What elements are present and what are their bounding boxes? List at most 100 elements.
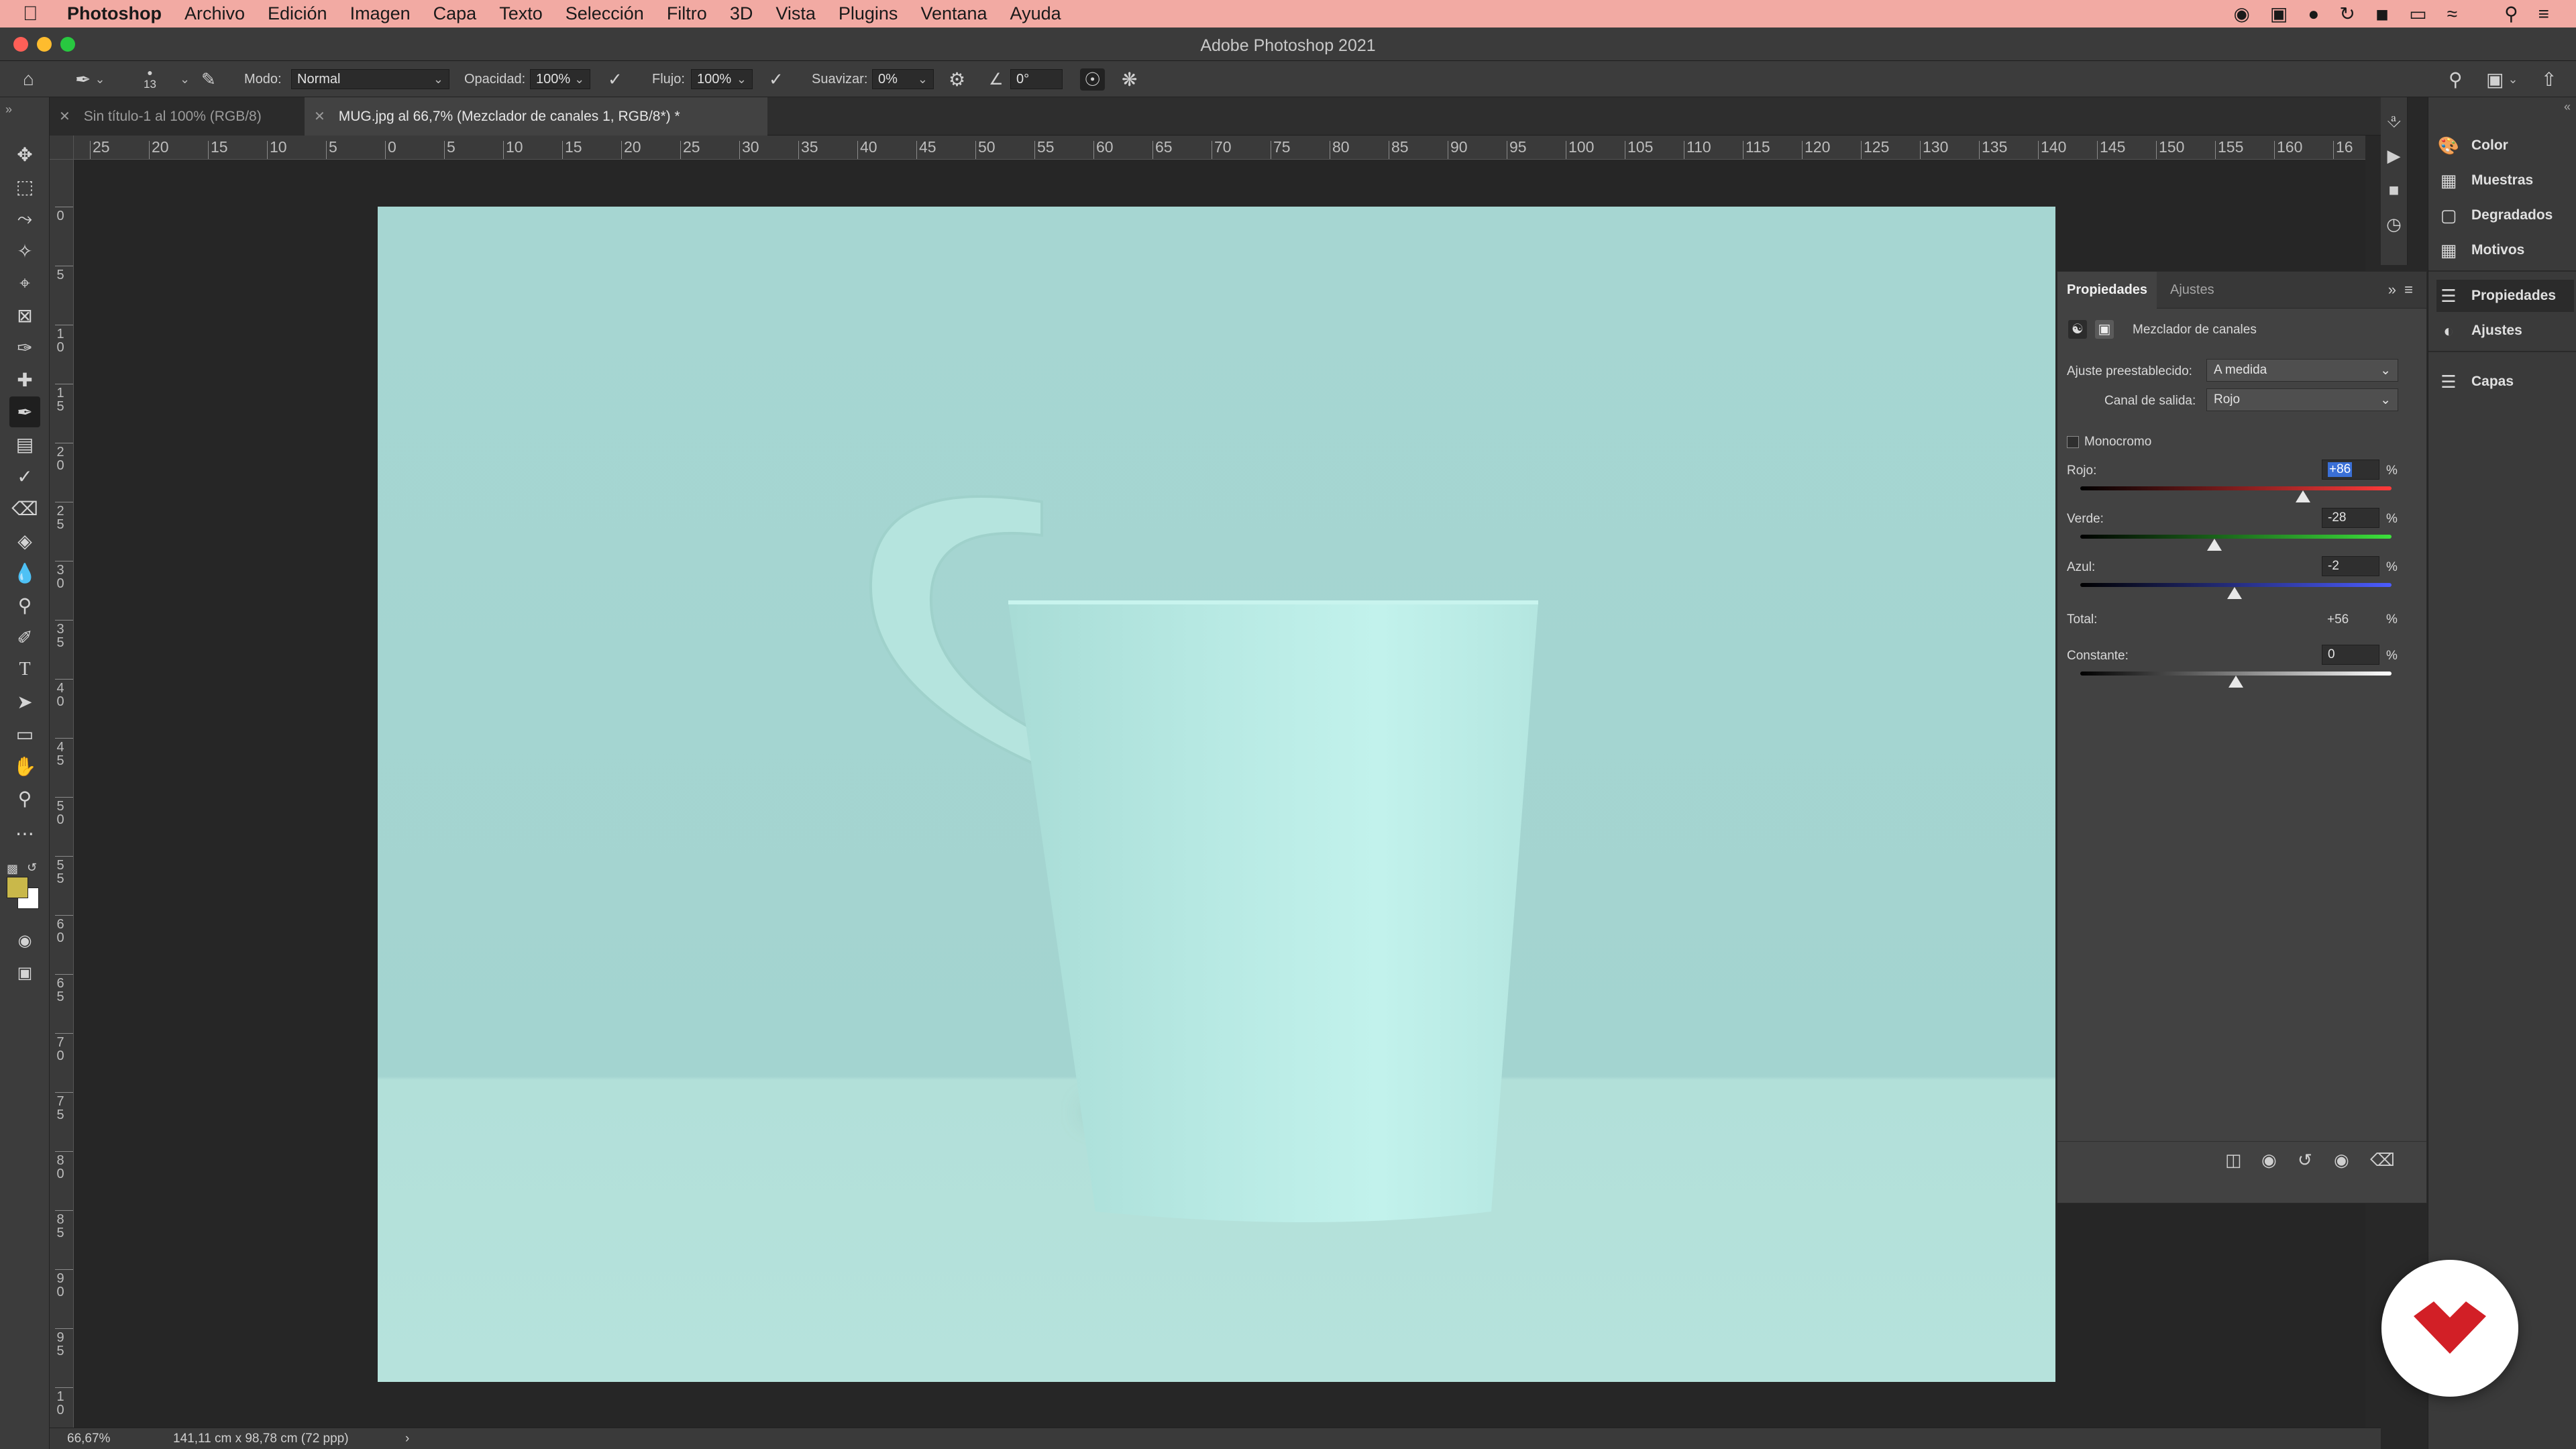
menu-imagen[interactable]: Imagen	[350, 3, 411, 24]
trash-icon[interactable]: ⌫	[2370, 1150, 2395, 1171]
smooth-field[interactable]: 0% ⌄	[872, 61, 934, 97]
brush-tool-preset[interactable]: ✒ ⌄	[75, 61, 105, 97]
visibility-eye-icon[interactable]: ◉	[2334, 1150, 2349, 1171]
frame-tool-icon[interactable]: ⊠	[9, 300, 40, 331]
menu-edicion[interactable]: Edición	[268, 3, 327, 24]
brush-size-chevron-icon[interactable]: ⌄	[176, 61, 190, 97]
workspace-icon[interactable]: ▣ ⌄	[2486, 61, 2518, 97]
dodge-tool-icon[interactable]: ⚲	[9, 590, 40, 621]
share-icon[interactable]: ⇧	[2541, 61, 2557, 97]
flow-field[interactable]: 100% ⌄	[691, 61, 753, 97]
screen-icon[interactable]: ▣	[2270, 3, 2288, 25]
lasso-tool-icon[interactable]: ⤳	[9, 203, 40, 234]
menu-app-name[interactable]: Photoshop	[67, 3, 162, 24]
layer-mask-icon[interactable]: ▣	[2095, 320, 2114, 339]
symmetry-icon[interactable]: ❋	[1122, 61, 1137, 97]
close-icon[interactable]: ✕	[59, 108, 70, 125]
quick-mask-icon[interactable]: ◉	[9, 925, 40, 956]
vertical-ruler[interactable]: 0 5 1 0 1 5 2 0 2 5 3 0 3 5 4 0 4 5 5 0 5 5 6 0 6 5 7 …	[50, 160, 74, 1428]
document-canvas[interactable]	[378, 207, 2055, 1382]
marquee-tool-icon[interactable]: ⬚	[9, 171, 40, 202]
dock-layers[interactable]: ☰ Capas	[2436, 366, 2574, 398]
output-channel-select[interactable]: Rojo ⌄	[2206, 388, 2398, 411]
tool-presets-icon[interactable]: ■	[2381, 180, 2407, 201]
expand-panels-icon[interactable]: «	[2564, 100, 2571, 114]
brush-tool-icon[interactable]: ✒	[9, 396, 40, 427]
tab-sin-titulo[interactable]: ✕ Sin título-1 al 100% (RGB/8)	[50, 97, 305, 136]
screen-mode-icon[interactable]: ▣	[9, 957, 40, 988]
menu-filtro[interactable]: Filtro	[667, 3, 707, 24]
quick-selection-tool-icon[interactable]: ✧	[9, 235, 40, 266]
close-icon[interactable]: ✕	[314, 108, 325, 125]
preset-select[interactable]: A medida ⌄	[2206, 359, 2398, 382]
tab-ajustes[interactable]: Ajustes	[2170, 272, 2214, 309]
clone-stamp-tool-icon[interactable]: ▤	[9, 429, 40, 460]
menu-texto[interactable]: Texto	[499, 3, 543, 24]
canvas-area[interactable]	[74, 160, 2365, 1428]
menu-plugins[interactable]: Plugins	[839, 3, 898, 24]
menu-seleccion[interactable]: Selección	[566, 3, 644, 24]
swap-colors-icon[interactable]: ↺	[27, 861, 37, 875]
spotlight-icon[interactable]: ⚲	[2504, 3, 2518, 25]
view-previous-state-icon[interactable]: ◉	[2261, 1150, 2277, 1171]
menu-3d[interactable]: 3D	[730, 3, 753, 24]
search-icon[interactable]: ⚲	[2449, 61, 2463, 97]
menu-ayuda[interactable]: Ayuda	[1010, 3, 1061, 24]
display-icon[interactable]: ▭	[2409, 3, 2426, 25]
creative-cloud-icon[interactable]: ◉	[2233, 3, 2249, 25]
pressure-opacity-icon[interactable]: ✓	[608, 61, 623, 97]
mode-select[interactable]: Normal ⌄	[291, 61, 449, 97]
zoom-level[interactable]: 66,67%	[67, 1432, 110, 1446]
zoom-tool-icon[interactable]: ⚲	[9, 783, 40, 814]
pen-tool-icon[interactable]: ✐	[9, 622, 40, 653]
path-selection-tool-icon[interactable]: ➤	[9, 686, 40, 717]
s-icon[interactable]: ◾	[2375, 3, 2390, 25]
collapse-panel-icon[interactable]: »	[5, 103, 12, 117]
airbrush-icon[interactable]: ✓	[769, 61, 784, 97]
menu-vista[interactable]: Vista	[775, 3, 816, 24]
blur-tool-icon[interactable]: 💧	[9, 557, 40, 588]
move-tool-icon[interactable]: ✥	[9, 139, 40, 170]
eraser-tool-icon[interactable]: ⌫	[9, 493, 40, 524]
hand-tool-icon[interactable]: ✋	[9, 751, 40, 782]
paint-bucket-tool-icon[interactable]: ◈	[9, 525, 40, 556]
red-value-field[interactable]: +86	[2322, 460, 2379, 480]
opacity-field[interactable]: 100% ⌄	[530, 61, 590, 97]
constant-slider-thumb[interactable]	[2229, 676, 2243, 688]
horizontal-ruler[interactable]: 25 20 15 10 5 0 5 10 15 20 25 30 35 40 45 50 55 60 65 70 75 8…	[74, 136, 2365, 160]
control-center-icon[interactable]: ≡	[2538, 3, 2549, 25]
history-brush-tool-icon[interactable]: ✓	[9, 461, 40, 492]
crop-tool-icon[interactable]: ⌖	[9, 268, 40, 299]
history-states-icon[interactable]: ◷	[2381, 214, 2407, 235]
brush-settings-icon[interactable]: ✎	[201, 61, 216, 97]
menu-capa[interactable]: Capa	[433, 3, 477, 24]
tab-propiedades[interactable]: Propiedades	[2057, 272, 2157, 309]
blue-slider-thumb[interactable]	[2226, 587, 2242, 599]
panel-menu-icon[interactable]: » ≡	[2388, 281, 2413, 299]
tab-mug[interactable]: ✕ MUG.jpg al 66,7% (Mezclador de canales…	[305, 97, 767, 136]
constant-value-field[interactable]: 0	[2322, 645, 2379, 665]
history-panel-icon[interactable]: ⎀	[2381, 111, 2407, 132]
dock-adjustments[interactable]: ◐ Ajustes	[2436, 315, 2574, 347]
dock-gradients[interactable]: ▢ Degradados	[2436, 199, 2574, 231]
green-value-field[interactable]: -28	[2322, 508, 2379, 528]
eyedropper-tool-icon[interactable]: ✑	[9, 332, 40, 363]
smooth-settings-gear-icon[interactable]: ⚙	[949, 61, 965, 97]
default-colors-icon[interactable]: ▩	[7, 862, 18, 876]
app-icon[interactable]: ●	[2308, 3, 2319, 25]
green-slider-track[interactable]	[2080, 535, 2392, 539]
status-menu-arrow[interactable]: ›	[405, 1432, 409, 1446]
dock-color[interactable]: 🎨 Color	[2436, 129, 2574, 162]
dock-properties[interactable]: ☰ Propiedades	[2436, 280, 2574, 312]
green-slider-thumb[interactable]	[2206, 539, 2222, 551]
reset-icon[interactable]: ↺	[2298, 1150, 2312, 1171]
monochrome-checkbox[interactable]	[2067, 436, 2079, 448]
red-slider-track[interactable]	[2080, 486, 2392, 490]
clip-to-layer-icon[interactable]: ◫	[2225, 1150, 2242, 1171]
sync-icon[interactable]: ↻	[2339, 3, 2355, 25]
type-tool-icon[interactable]: T	[9, 654, 40, 685]
apple-icon[interactable]: 	[23, 3, 50, 25]
dock-patterns[interactable]: ▦ Motivos	[2436, 234, 2574, 266]
more-tools-icon[interactable]: ⋯	[9, 818, 40, 849]
foreground-color-swatch[interactable]	[7, 877, 28, 898]
